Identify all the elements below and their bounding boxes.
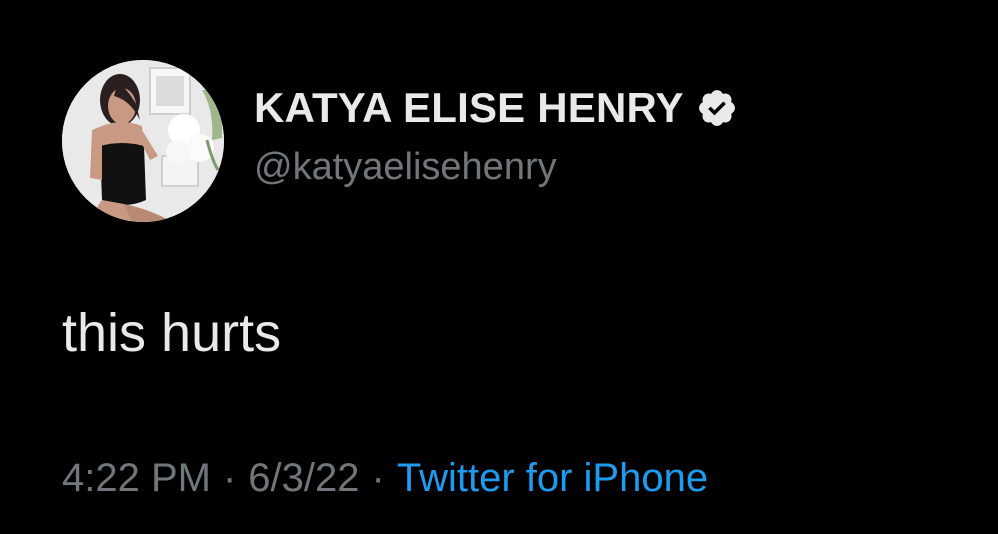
tweet-time[interactable]: 4:22 PM <box>62 456 211 500</box>
tweet-meta: 4:22 PM · 6/3/22 · Twitter for iPhone <box>62 456 708 501</box>
avatar-photo-icon <box>62 60 224 222</box>
verified-badge-icon <box>696 87 738 129</box>
tweet-card: KATYA ELISE HENRY @katyaelisehenry this … <box>0 0 998 534</box>
tweet-source-link[interactable]: Twitter for iPhone <box>397 456 708 500</box>
tweet-text: this hurts <box>62 303 282 363</box>
avatar[interactable] <box>62 60 224 222</box>
author-handle[interactable]: @katyaelisehenry <box>254 146 557 189</box>
author-name-row[interactable]: KATYA ELISE HENRY <box>254 84 738 132</box>
meta-separator: · <box>222 456 237 500</box>
meta-separator: · <box>371 456 385 500</box>
author-display-name[interactable]: KATYA ELISE HENRY <box>254 84 684 132</box>
tweet-date[interactable]: 6/3/22 <box>248 456 359 500</box>
